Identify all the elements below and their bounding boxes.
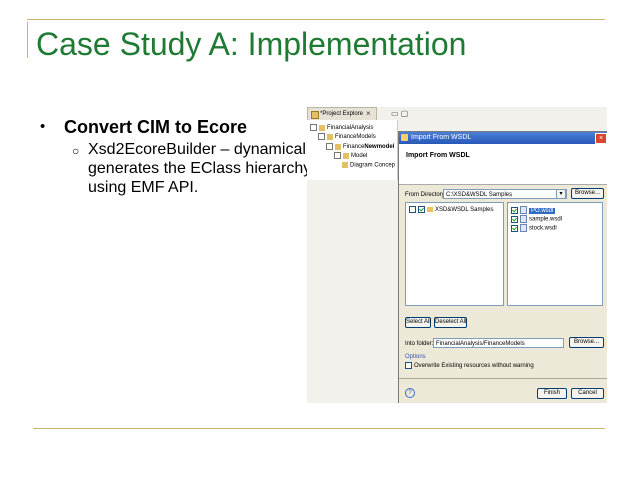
- diagram-icon: [342, 162, 348, 168]
- import-dialog: Import From WSDL × Import From WSDL From…: [398, 131, 607, 403]
- from-directory-label: From Directory: [405, 192, 445, 198]
- sub-bullet-marker: ○: [72, 144, 80, 158]
- folder-icon: [427, 207, 433, 212]
- bullet-convert-cim: Convert CIM to Ecore: [64, 117, 248, 137]
- expand-icon[interactable]: [409, 206, 416, 213]
- chevron-down-icon[interactable]: ▾: [556, 189, 566, 199]
- list-item[interactable]: stock.wsdl: [511, 224, 557, 232]
- title-accent-line: [27, 22, 28, 58]
- folder-icon: [327, 133, 333, 140]
- into-folder-label: Into folder:: [405, 341, 434, 347]
- file-icon: [520, 224, 527, 232]
- top-rule: [27, 19, 605, 20]
- view-controls[interactable]: ▭ ▢: [391, 109, 408, 118]
- checkbox[interactable]: [511, 215, 518, 223]
- dialog-titlebar: Import From WSDL ×: [399, 132, 607, 144]
- tree-item-financemodels[interactable]: FinanceModels: [318, 133, 376, 140]
- deselect-all-button[interactable]: Deselect All: [434, 317, 467, 328]
- dialog-header-title: Import From WSDL: [406, 152, 470, 159]
- tree-item-finance[interactable]: FinanceNewmodel: [326, 143, 394, 150]
- sub-bullet-xsd2ecore: Xsd2EcoreBuilder – dynamically generates…: [88, 141, 318, 196]
- file-icon: [520, 215, 527, 223]
- checkbox[interactable]: [511, 224, 518, 232]
- tree-item-xsd-wsdl-samples[interactable]: XSD&WSDL Samples: [409, 206, 493, 213]
- package-icon: [343, 152, 349, 159]
- expand-icon[interactable]: [334, 152, 341, 159]
- file-list-pane[interactable]: PO.wsdl sample.wsdl stock.wsdl: [507, 202, 603, 306]
- dialog-window-title: Import From WSDL: [411, 134, 472, 141]
- browse-button[interactable]: Browse...: [571, 188, 604, 199]
- help-icon[interactable]: ?: [405, 388, 415, 398]
- project-explorer-panel: FinancialAnalysis FinanceModels FinanceN…: [307, 120, 398, 180]
- list-item[interactable]: PO.wsdl: [511, 206, 556, 214]
- into-folder-value: FinancialAnalysis/FinanceModels: [436, 341, 525, 347]
- checkbox[interactable]: [511, 206, 518, 214]
- into-folder-field[interactable]: FinancialAnalysis/FinanceModels: [433, 338, 564, 348]
- list-item[interactable]: sample.wsdl: [511, 215, 562, 223]
- from-directory-value: C:\XSD&WSDL Samples: [446, 192, 513, 198]
- checkbox[interactable]: [418, 206, 425, 213]
- folder-tree-pane[interactable]: XSD&WSDL Samples: [405, 202, 504, 306]
- divider: [399, 378, 607, 379]
- expand-icon[interactable]: [318, 133, 325, 140]
- finish-button[interactable]: Finish: [537, 388, 567, 399]
- expand-icon[interactable]: [326, 143, 333, 150]
- from-directory-combo[interactable]: C:\XSD&WSDL Samples: [443, 189, 567, 199]
- expand-icon[interactable]: [310, 124, 317, 131]
- folder-icon: [311, 111, 319, 119]
- bottom-rule: [33, 428, 605, 429]
- dialog-header: Import From WSDL: [399, 144, 607, 185]
- tree-item-diagram-concep[interactable]: Diagram Concep: [342, 162, 395, 169]
- checkbox[interactable]: [405, 362, 412, 369]
- overwrite-option[interactable]: Overwrite Existing resources without war…: [405, 362, 534, 369]
- slide-title: Case Study A: Implementation: [36, 26, 467, 62]
- tree-item-model[interactable]: Model: [334, 152, 367, 159]
- bullet-marker: •: [40, 118, 46, 135]
- tab-label: *Project Explore: [320, 111, 364, 117]
- options-label: Options: [405, 354, 426, 360]
- close-icon[interactable]: ×: [366, 109, 371, 118]
- close-icon[interactable]: ×: [595, 133, 607, 144]
- project-icon: [319, 124, 325, 131]
- tab-project-explorer[interactable]: *Project Explore ×: [307, 107, 377, 121]
- eclipse-screenshot: *Project Explore × ▭ ▢ FinancialAnalysis…: [307, 107, 607, 403]
- tree-item-financialanalysis[interactable]: FinancialAnalysis: [310, 124, 373, 131]
- file-icon: [520, 206, 527, 214]
- dialog-icon: [401, 134, 408, 141]
- select-all-button[interactable]: Select All: [405, 317, 431, 328]
- model-icon: [335, 143, 341, 150]
- cancel-button[interactable]: Cancel: [571, 388, 604, 399]
- newmodel-label: Newmodel: [364, 144, 395, 151]
- browse-folder-button[interactable]: Browse...: [569, 337, 604, 348]
